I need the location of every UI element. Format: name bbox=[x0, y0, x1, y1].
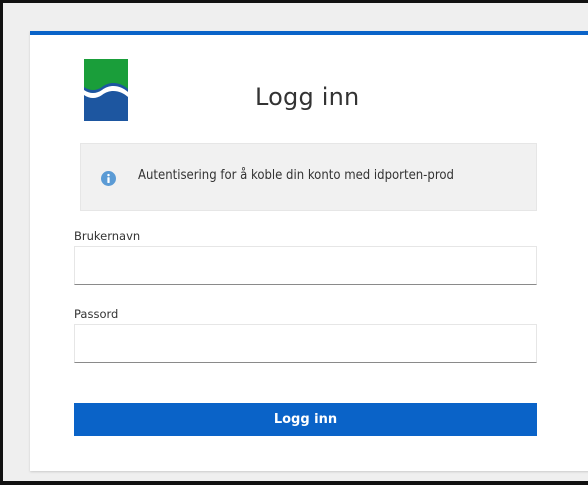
password-label: Passord bbox=[74, 307, 119, 321]
login-submit-button[interactable]: Logg inn bbox=[74, 403, 537, 436]
brand-logo-icon bbox=[84, 59, 128, 121]
page-title: Logg inn bbox=[255, 83, 360, 111]
info-message-text: Autentisering for å koble din konto med … bbox=[138, 168, 454, 183]
browser-viewport-frame: Logg inn Autentisering for å koble din k… bbox=[0, 0, 588, 485]
password-input[interactable] bbox=[74, 324, 537, 363]
username-label: Brukernavn bbox=[74, 229, 141, 243]
info-message-box: Autentisering for å koble din konto med … bbox=[80, 143, 537, 211]
info-icon bbox=[101, 171, 116, 186]
username-input[interactable] bbox=[74, 246, 537, 285]
login-card: Logg inn Autentisering for å koble din k… bbox=[30, 31, 588, 471]
